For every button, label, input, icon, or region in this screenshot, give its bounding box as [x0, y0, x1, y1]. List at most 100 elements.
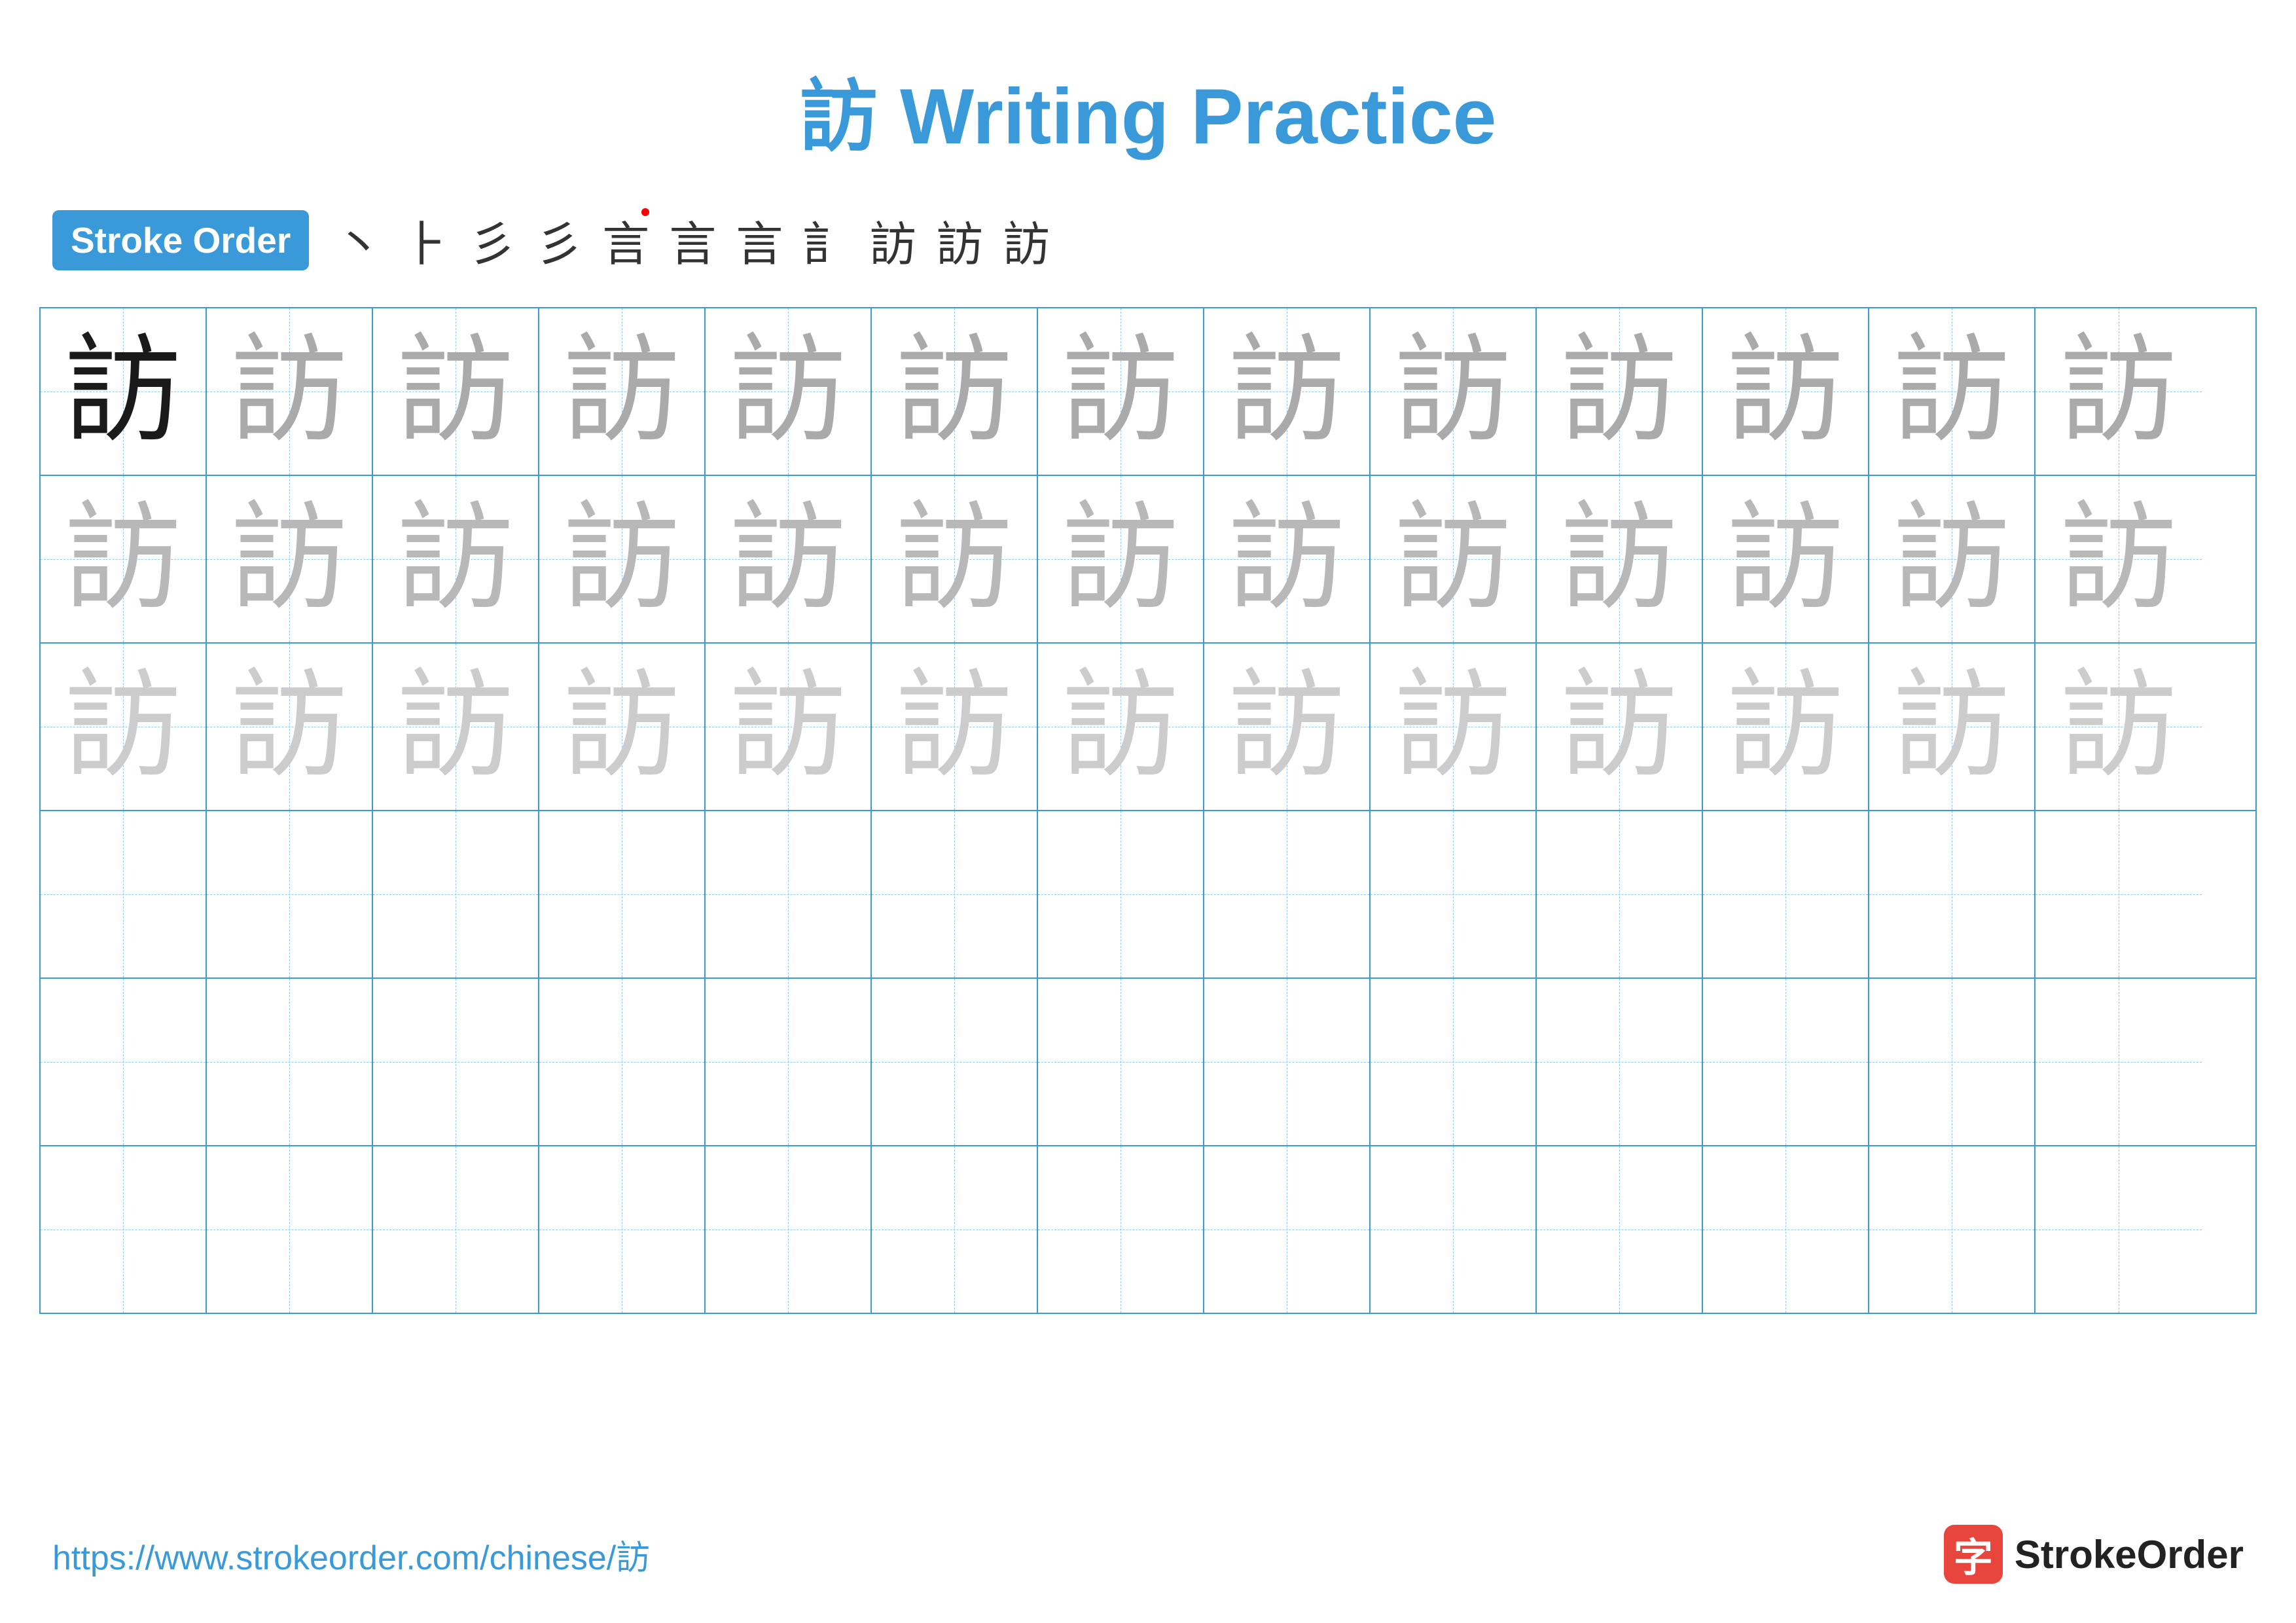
grid-cell[interactable]: 訪	[1038, 308, 1204, 475]
grid-cell[interactable]	[1038, 979, 1204, 1145]
practice-char: 訪	[1062, 668, 1179, 786]
grid-cell[interactable]: 訪	[373, 476, 539, 642]
grid-cell[interactable]	[373, 979, 539, 1145]
grid-cell[interactable]: 訪	[1869, 476, 2036, 642]
grid-cell[interactable]: 訪	[1371, 476, 1537, 642]
grid-cell[interactable]: 訪	[41, 644, 207, 810]
grid-cell[interactable]: 訪	[41, 476, 207, 642]
grid-cell[interactable]	[539, 1146, 706, 1313]
grid-cell[interactable]	[1703, 979, 1869, 1145]
grid-cell[interactable]: 訪	[2036, 308, 2202, 475]
grid-cell[interactable]	[1537, 979, 1703, 1145]
grid-cell[interactable]: 訪	[373, 308, 539, 475]
grid-cell[interactable]	[1703, 1146, 1869, 1313]
grid-cell[interactable]	[1869, 811, 2036, 977]
practice-char: 訪	[64, 500, 182, 618]
grid-cell[interactable]: 訪	[539, 476, 706, 642]
grid-row-5	[41, 979, 2255, 1146]
grid-cell[interactable]	[706, 811, 872, 977]
grid-cell[interactable]: 訪	[1537, 644, 1703, 810]
practice-char: 訪	[563, 668, 681, 786]
grid-cell[interactable]: 訪	[706, 476, 872, 642]
stroke-11: 訪	[1003, 206, 1050, 274]
grid-cell[interactable]: 訪	[1703, 308, 1869, 475]
stroke-3: 彡	[469, 206, 516, 274]
grid-cell[interactable]	[872, 979, 1038, 1145]
practice-char: 訪	[2060, 500, 2178, 618]
grid-cell[interactable]	[539, 811, 706, 977]
grid-cell[interactable]	[1038, 1146, 1204, 1313]
practice-char: 訪	[563, 500, 681, 618]
grid-cell[interactable]	[872, 1146, 1038, 1313]
grid-cell[interactable]	[2036, 1146, 2202, 1313]
grid-cell[interactable]: 訪	[1869, 308, 2036, 475]
grid-cell[interactable]	[1869, 979, 2036, 1145]
grid-cell[interactable]	[539, 979, 706, 1145]
grid-cell[interactable]: 訪	[2036, 644, 2202, 810]
grid-cell[interactable]: 訪	[1537, 476, 1703, 642]
grid-cell[interactable]: 訪	[1703, 644, 1869, 810]
practice-char: 訪	[64, 668, 182, 786]
grid-cell[interactable]	[1537, 811, 1703, 977]
grid-cell[interactable]: 訪	[706, 644, 872, 810]
practice-char: 訪	[230, 333, 348, 450]
grid-row-3: 訪 訪 訪 訪 訪 訪 訪 訪 訪 訪 訪 訪	[41, 644, 2255, 811]
grid-cell[interactable]	[1204, 979, 1371, 1145]
grid-cell[interactable]	[1204, 1146, 1371, 1313]
grid-cell[interactable]	[207, 811, 373, 977]
practice-char: 訪	[1394, 500, 1512, 618]
practice-char: 訪	[397, 500, 514, 618]
grid-cell[interactable]	[1371, 979, 1537, 1145]
grid-cell[interactable]	[706, 1146, 872, 1313]
grid-cell[interactable]	[207, 1146, 373, 1313]
grid-cell[interactable]: 訪	[1371, 644, 1537, 810]
grid-cell[interactable]: 訪	[872, 476, 1038, 642]
grid-cell[interactable]	[41, 1146, 207, 1313]
stroke-order-row: Stroke Order 丶 ⺊ 彡 彡 言 言 言 訁 訪 訪 訪	[0, 192, 2296, 287]
grid-cell[interactable]: 訪	[1204, 644, 1371, 810]
grid-cell[interactable]	[207, 979, 373, 1145]
grid-cell[interactable]: 訪	[872, 644, 1038, 810]
stroke-10: 訪	[936, 206, 983, 274]
grid-cell[interactable]	[1204, 811, 1371, 977]
logo-icon: 字	[1944, 1525, 2003, 1584]
grid-cell[interactable]	[1703, 811, 1869, 977]
grid-cell[interactable]: 訪	[373, 644, 539, 810]
grid-cell[interactable]: 訪	[1869, 644, 2036, 810]
grid-cell[interactable]	[706, 979, 872, 1145]
grid-cell[interactable]: 訪	[1703, 476, 1869, 642]
practice-char: 訪	[230, 500, 348, 618]
grid-cell[interactable]	[41, 979, 207, 1145]
grid-cell[interactable]: 訪	[1038, 476, 1204, 642]
grid-cell[interactable]	[1038, 811, 1204, 977]
practice-char: 訪	[1560, 500, 1678, 618]
grid-cell[interactable]: 訪	[207, 644, 373, 810]
grid-cell[interactable]: 訪	[41, 308, 207, 475]
grid-cell[interactable]	[2036, 979, 2202, 1145]
grid-cell[interactable]: 訪	[1038, 644, 1204, 810]
grid-cell[interactable]	[1869, 1146, 2036, 1313]
grid-cell[interactable]	[2036, 811, 2202, 977]
grid-cell[interactable]: 訪	[539, 644, 706, 810]
stroke-8: 訁	[802, 206, 850, 274]
footer-logo: 字 StrokeOrder	[1944, 1525, 2244, 1584]
grid-cell[interactable]: 訪	[207, 476, 373, 642]
grid-cell[interactable]: 訪	[2036, 476, 2202, 642]
grid-cell[interactable]	[373, 811, 539, 977]
grid-cell[interactable]	[872, 811, 1038, 977]
grid-cell[interactable]: 訪	[1204, 308, 1371, 475]
grid-cell[interactable]: 訪	[539, 308, 706, 475]
grid-cell[interactable]: 訪	[872, 308, 1038, 475]
grid-cell[interactable]: 訪	[207, 308, 373, 475]
grid-cell[interactable]: 訪	[1537, 308, 1703, 475]
grid-cell[interactable]	[1371, 1146, 1537, 1313]
grid-cell[interactable]: 訪	[1371, 308, 1537, 475]
practice-char: 訪	[1560, 668, 1678, 786]
grid-cell[interactable]	[1371, 811, 1537, 977]
grid-cell[interactable]	[1537, 1146, 1703, 1313]
grid-cell[interactable]: 訪	[706, 308, 872, 475]
grid-cell[interactable]: 訪	[1204, 476, 1371, 642]
stroke-1: 丶	[335, 206, 382, 274]
grid-cell[interactable]	[41, 811, 207, 977]
grid-cell[interactable]	[373, 1146, 539, 1313]
